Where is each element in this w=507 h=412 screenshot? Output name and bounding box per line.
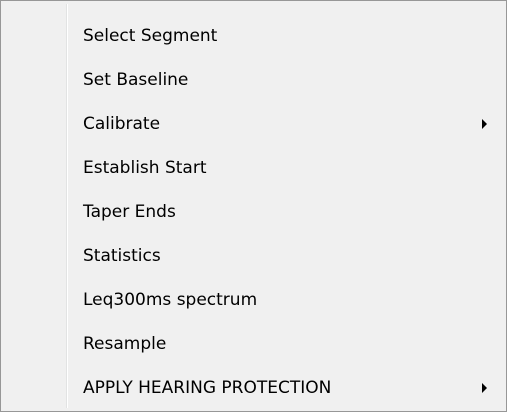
menu-item-label: APPLY HEARING PROTECTION xyxy=(83,378,332,398)
menu-item-statistics[interactable]: Statistics xyxy=(1,234,506,278)
menu-item-label: Establish Start xyxy=(83,158,207,178)
menu-item-apply-hearing-protection[interactable]: APPLY HEARING PROTECTION xyxy=(1,366,506,410)
menu-item-label: Taper Ends xyxy=(83,202,176,222)
menu-item-resample[interactable]: Resample xyxy=(1,322,506,366)
menu-item-establish-start[interactable]: Establish Start xyxy=(1,146,506,190)
menu-item-taper-ends[interactable]: Taper Ends xyxy=(1,190,506,234)
menu-item-label: Calibrate xyxy=(83,114,161,134)
menu-item-set-baseline[interactable]: Set Baseline xyxy=(1,58,506,102)
menu-item-select-segment[interactable]: Select Segment xyxy=(1,14,506,58)
menu-item-leq300ms-spectrum[interactable]: Leq300ms spectrum xyxy=(1,278,506,322)
submenu-arrow-icon xyxy=(482,119,487,129)
menu-item-label: Set Baseline xyxy=(83,70,189,90)
context-menu: Select Segment Set Baseline Calibrate Es… xyxy=(0,0,507,412)
menu-item-label: Leq300ms spectrum xyxy=(83,290,258,310)
menu-item-label: Statistics xyxy=(83,246,161,266)
menu-item-calibrate[interactable]: Calibrate xyxy=(1,102,506,146)
menu-items-list: Select Segment Set Baseline Calibrate Es… xyxy=(1,14,506,410)
menu-item-label: Select Segment xyxy=(83,26,218,46)
menu-item-label: Resample xyxy=(83,334,167,354)
submenu-arrow-icon xyxy=(482,383,487,393)
